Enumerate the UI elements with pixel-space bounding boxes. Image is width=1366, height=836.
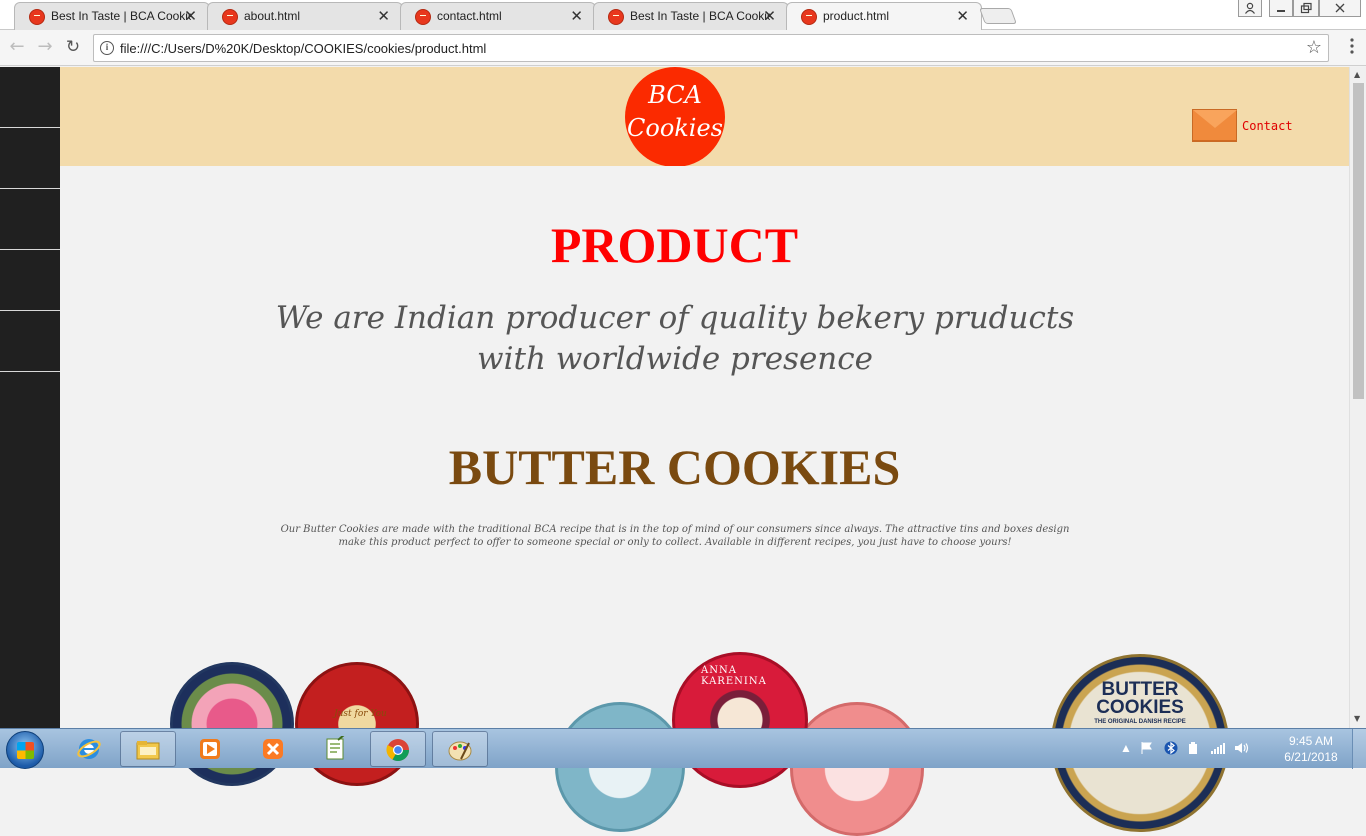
xampp-icon[interactable] (246, 731, 302, 767)
media-player-icon[interactable] (183, 731, 239, 767)
tin-label: Just for You (334, 709, 387, 719)
logo-line-1: BCA (648, 81, 702, 109)
envelope-icon (1192, 109, 1237, 142)
tab-title: contact.html (437, 9, 502, 23)
section-heading: BUTTER COOKIES (448, 439, 901, 495)
bookmark-star-icon[interactable]: ☆ (1306, 37, 1322, 58)
clock-time: 9:45 AM (1288, 734, 1334, 748)
system-tray: ▲ 9:45 AM 6/21/2018 (1116, 729, 1346, 769)
address-bar[interactable]: i file:///C:/Users/D%20K/Desktop/COOKIES… (93, 34, 1329, 62)
site-favicon-icon (608, 9, 624, 25)
internet-explorer-icon[interactable] (62, 731, 118, 767)
bluetooth-icon[interactable] (1164, 741, 1178, 755)
browser-toolbar: ← → ↻ i file:///C:/Users/D%20K/Desktop/C… (0, 30, 1366, 66)
site-favicon-icon (222, 9, 238, 25)
browser-tab[interactable]: contact.html ✕ (400, 2, 596, 30)
browser-menu-icon[interactable] (1350, 38, 1354, 54)
scroll-up-arrow-icon[interactable]: ▲ (1354, 70, 1360, 79)
new-tab-button[interactable] (979, 8, 1017, 24)
notepad-plus-plus-icon[interactable] (308, 731, 364, 767)
sidebar-item[interactable] (0, 311, 60, 372)
tab-close-icon[interactable]: ✕ (956, 7, 969, 25)
main-content: PRODUCT We are Indian producer of qualit… (60, 166, 1349, 836)
browser-tab-active[interactable]: product.html ✕ (786, 2, 982, 31)
tab-close-icon[interactable]: ✕ (763, 7, 776, 25)
browser-tab[interactable]: Best In Taste | BCA Cookies ✕ (14, 2, 210, 30)
tab-title: Best In Taste | BCA Cookies (630, 9, 770, 23)
minimize-button[interactable] (1269, 0, 1293, 17)
tab-title: Best In Taste | BCA Cookies (51, 9, 191, 23)
site-logo[interactable]: BCA Cookies (625, 67, 725, 167)
show-hidden-icons-icon[interactable]: ▲ (1120, 741, 1134, 755)
tab-close-icon[interactable]: ✕ (377, 7, 390, 25)
sidebar-item[interactable] (0, 128, 60, 189)
page-scrollbar[interactable]: ▲ ▼ (1349, 67, 1366, 728)
forward-button[interactable]: → (33, 36, 57, 60)
browser-tab[interactable]: about.html ✕ (207, 2, 403, 30)
page-title: PRODUCT (550, 217, 799, 273)
site-favicon-icon (415, 9, 431, 25)
tab-close-icon[interactable]: ✕ (570, 7, 583, 25)
site-favicon-icon (801, 9, 817, 25)
profile-icon[interactable] (1238, 0, 1262, 17)
url-text[interactable]: file:///C:/Users/D%20K/Desktop/COOKIES/c… (120, 41, 486, 56)
section-description: Our Butter Cookies are made with the tra… (280, 524, 1070, 548)
logo-line-2: Cookies (627, 114, 723, 142)
sidebar-item[interactable] (0, 189, 60, 250)
clock[interactable]: 9:45 AM 6/21/2018 (1276, 733, 1346, 765)
scroll-down-arrow-icon[interactable]: ▼ (1354, 714, 1360, 723)
chrome-icon[interactable] (370, 731, 426, 767)
back-button[interactable]: ← (5, 36, 29, 60)
sidebar-item[interactable] (0, 250, 60, 311)
tab-title: about.html (244, 9, 301, 23)
restore-button[interactable] (1293, 0, 1319, 17)
action-center-flag-icon[interactable] (1140, 741, 1154, 755)
browser-tab[interactable]: Best In Taste | BCA Cookies ✕ (593, 2, 789, 30)
power-icon[interactable] (1186, 741, 1200, 755)
tin-label: ANNA KARENINA (701, 665, 767, 687)
scroll-thumb[interactable] (1353, 83, 1364, 399)
volume-icon[interactable] (1234, 741, 1249, 755)
contact-label: Contact (1242, 118, 1293, 133)
site-header: BCA Cookies Contact (60, 67, 1349, 167)
sidebar-nav (0, 67, 60, 728)
pink-tin-image (790, 702, 924, 836)
info-icon[interactable]: i (100, 41, 114, 55)
clock-date: 6/21/2018 (1284, 750, 1338, 764)
tagline: We are Indian producer of quality bekery… (275, 300, 1075, 377)
file-explorer-icon[interactable] (120, 731, 176, 767)
close-window-button[interactable] (1319, 0, 1361, 17)
network-signal-icon[interactable] (1210, 741, 1225, 755)
tab-close-icon[interactable]: ✕ (184, 7, 197, 25)
tab-strip: Best In Taste | BCA Cookies ✕ about.html… (0, 0, 1366, 31)
tin-label: COOKIES (1096, 697, 1184, 718)
tin-sublabel: THE ORIGINAL DANISH RECIPE (1094, 719, 1186, 725)
site-favicon-icon (29, 9, 45, 25)
paint-icon[interactable] (432, 731, 488, 767)
sidebar-item[interactable] (0, 67, 60, 128)
windows-taskbar: ▲ 9:45 AM 6/21/2018 (0, 728, 1366, 769)
tab-title: product.html (823, 9, 890, 23)
reload-button[interactable]: ↻ (61, 36, 85, 60)
contact-link[interactable]: Contact (1192, 109, 1293, 142)
start-button[interactable] (6, 731, 44, 769)
show-desktop-button[interactable] (1352, 729, 1366, 769)
